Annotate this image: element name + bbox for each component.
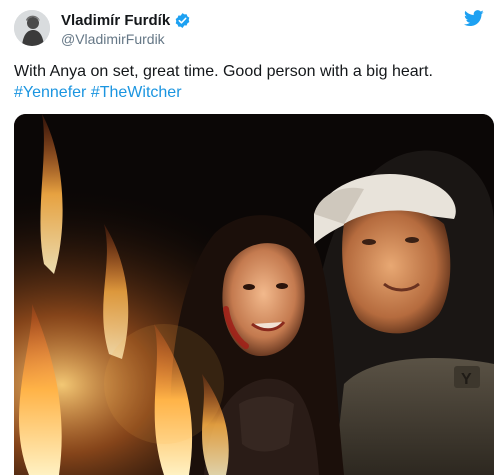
tweet-body: With Anya on set, great time. Good perso… xyxy=(14,63,433,80)
author-info: Vladimír Furdík @VladimirFurdik xyxy=(61,11,191,48)
svg-text:Y: Y xyxy=(461,371,472,388)
avatar[interactable] xyxy=(14,10,50,46)
photo-illustration: Y xyxy=(14,114,494,475)
hashtag-list: #Yennefer #TheWitcher xyxy=(14,82,484,103)
tweet-photo[interactable]: Y xyxy=(14,114,494,475)
tweet-text: With Anya on set, great time. Good perso… xyxy=(14,61,484,103)
twitter-bird-icon[interactable] xyxy=(464,10,484,27)
display-name-row: Vladimír Furdík xyxy=(61,11,191,30)
verified-badge-icon xyxy=(174,12,191,29)
hashtag-yennefer[interactable]: #Yennefer xyxy=(14,84,86,101)
display-name[interactable]: Vladimír Furdík xyxy=(61,11,170,30)
tweet-header: Vladimír Furdík @VladimirFurdik xyxy=(14,10,484,48)
hashtag-thewitcher[interactable]: #TheWitcher xyxy=(91,84,182,101)
tweet-card: Vladimír Furdík @VladimirFurdik With Any… xyxy=(0,0,497,475)
user-handle[interactable]: @VladimirFurdik xyxy=(61,31,191,48)
